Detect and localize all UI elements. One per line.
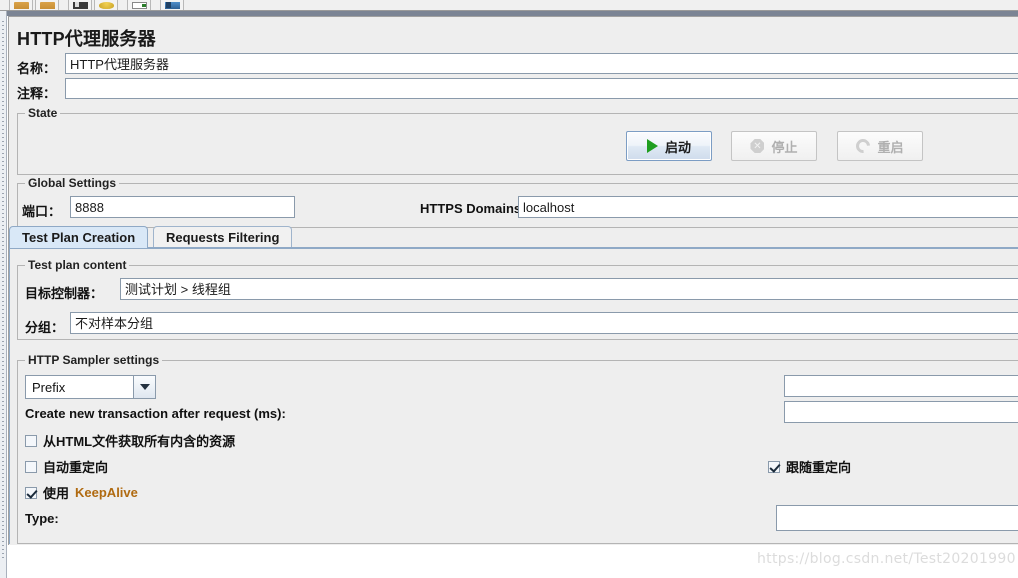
shield-icon: [99, 2, 114, 9]
use-keepalive-checkbox[interactable]: 使用 KeepAlive: [25, 483, 138, 502]
port-label: 端口：: [22, 204, 62, 219]
name-input[interactable]: HTTP代理服务器: [65, 53, 1018, 74]
checkbox-icon: [25, 434, 37, 447]
grouping-select[interactable]: 不对样本分组: [70, 312, 1018, 334]
prefix-mode-value: Prefix: [26, 376, 133, 398]
play-icon: [646, 139, 658, 153]
start-button[interactable]: 启动: [626, 131, 712, 161]
test-plan-creation-panel: Test plan content 目标控制器： 测试计划 > 线程组 分组： …: [9, 249, 1018, 544]
checkbox-checked-icon: [25, 486, 37, 499]
split-pane-divider[interactable]: [0, 11, 7, 578]
port-input[interactable]: 8888: [70, 196, 295, 218]
tab-requests-filtering-label: Requests Filtering: [166, 230, 280, 245]
blue-icon: [165, 2, 180, 9]
toolbar-separator-2: [120, 0, 125, 10]
open-folder-button[interactable]: [9, 0, 33, 10]
auto-redirect-checkbox[interactable]: 自动重定向: [25, 457, 108, 476]
type-input[interactable]: [776, 505, 1018, 531]
create-transaction-input[interactable]: [784, 401, 1018, 423]
follow-redirects-label: 跟随重定向: [786, 460, 852, 475]
target-controller-select[interactable]: 测试计划 > 线程组: [120, 278, 1018, 300]
name-label: 名称：: [17, 61, 57, 76]
grouping-label: 分组：: [25, 320, 65, 335]
https-domains-label: HTTPS Domains:: [420, 201, 526, 216]
restart-button[interactable]: 重启: [837, 131, 923, 161]
checkbox-checked-icon: [768, 460, 780, 473]
comment-input[interactable]: [65, 78, 1018, 99]
global-settings-group: Global Settings 端口： 8888 HTTPS Domains: …: [17, 176, 1018, 228]
remote-start-button[interactable]: [160, 0, 184, 10]
toolbar: [0, 0, 1018, 11]
stop-button-label: 停止: [771, 139, 798, 155]
prefix-mode-select[interactable]: Prefix: [25, 375, 156, 399]
use-keepalive-label-keyword: KeepAlive: [75, 485, 138, 500]
https-domains-input[interactable]: localhost: [518, 196, 1018, 218]
document-icon: [132, 2, 147, 9]
tab-test-plan-creation[interactable]: Test Plan Creation: [9, 226, 149, 248]
start-button-label: 启动: [664, 139, 691, 155]
retrieve-embedded-resources-checkbox[interactable]: 从HTML文件获取所有内含的资源: [25, 431, 235, 450]
test-plan-content-group-title: Test plan content: [25, 258, 130, 272]
restart-button-label: 重启: [877, 139, 904, 155]
create-transaction-label: Create new transaction after request (ms…: [25, 406, 286, 421]
tab-strip: Test Plan Creation Requests Filtering: [9, 226, 1009, 248]
type-label: Type:: [25, 511, 59, 526]
restart-icon: [853, 136, 874, 156]
tab-requests-filtering[interactable]: Requests Filtering: [153, 226, 293, 248]
shield-button[interactable]: [94, 0, 118, 10]
prefix-input[interactable]: [784, 375, 1018, 397]
auto-redirect-label: 自动重定向: [43, 460, 109, 475]
checkbox-icon: [25, 460, 37, 473]
toolbar-separator-3: [153, 0, 158, 10]
save-folder-button[interactable]: [35, 0, 59, 10]
http-sampler-settings-group: HTTP Sampler settings Prefix Create new …: [17, 353, 1018, 544]
retrieve-embedded-resources-label: 从HTML文件获取所有内含的资源: [43, 434, 236, 449]
disk-icon: [73, 2, 88, 9]
test-plan-content-group: Test plan content 目标控制器： 测试计划 > 线程组 分组： …: [17, 258, 1018, 340]
chevron-down-icon: [133, 376, 155, 398]
use-keepalive-label-prefix: 使用: [43, 486, 70, 501]
state-group: State 启动 停止 重启: [17, 106, 1018, 175]
toolbar-separator: [61, 0, 66, 10]
state-group-title: State: [25, 106, 61, 120]
folder-icon: [40, 2, 55, 9]
stop-icon: [750, 139, 765, 153]
comment-label: 注释：: [17, 86, 57, 101]
tab-test-plan-creation-label: Test Plan Creation: [22, 230, 136, 245]
folder-icon: [14, 2, 29, 9]
global-settings-group-title: Global Settings: [25, 176, 120, 190]
target-controller-label: 目标控制器：: [25, 286, 104, 301]
split-grip-icon: [2, 21, 4, 561]
page-title: HTTP代理服务器: [17, 29, 156, 49]
templates-button[interactable]: [68, 0, 92, 10]
stop-button[interactable]: 停止: [731, 131, 817, 161]
start-no-pauses-button[interactable]: [127, 0, 151, 10]
follow-redirects-checkbox[interactable]: 跟随重定向: [768, 457, 851, 476]
watermark: https://blog.csdn.net/Test20201990: [757, 551, 1016, 567]
http-sampler-settings-group-title: HTTP Sampler settings: [25, 353, 163, 367]
